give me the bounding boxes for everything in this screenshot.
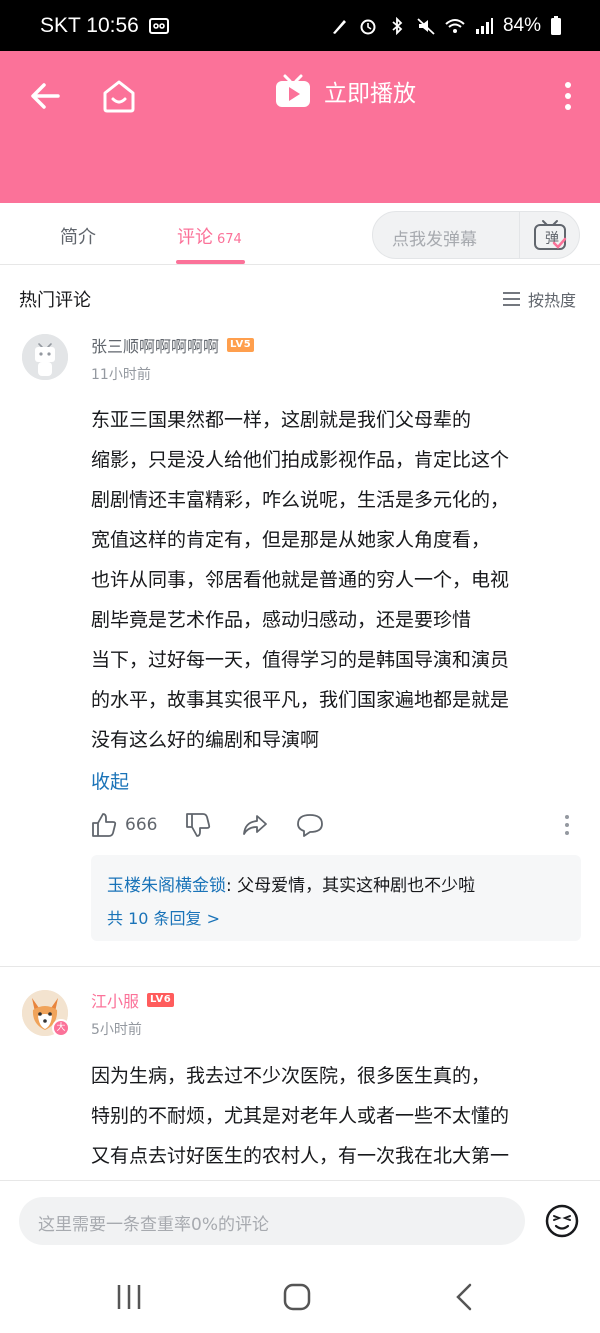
back-nav-icon[interactable] [450, 1282, 480, 1312]
status-bar: SKT 10:56 84% [0, 0, 600, 51]
like-count: 666 [125, 815, 158, 835]
reply-bubble-icon[interactable] [296, 812, 324, 838]
video-header: 立即播放 [0, 51, 600, 203]
level-badge: LV5 [227, 338, 255, 352]
avatar[interactable] [22, 334, 68, 380]
signal-icon [475, 17, 493, 34]
play-now-button[interactable]: 立即播放 [274, 73, 416, 109]
tab-intro[interactable]: 简介 [60, 223, 96, 249]
comment-input-bar: 这里需要一条查重率0%的评论 [0, 1180, 600, 1260]
reply-preview-line: 玉楼朱阁横金锁: 父母爱情，其实这种剧也不少啦 [107, 871, 475, 896]
mute-icon [417, 17, 435, 35]
tab-comments[interactable]: 评论 674 [177, 223, 242, 249]
system-nav-bar [0, 1260, 600, 1333]
comment-line: 当下，过好每一天，值得学习的是韩国导演和演员 [91, 649, 510, 671]
more-options-icon[interactable] [561, 812, 573, 838]
tv-play-icon [276, 74, 310, 107]
home-nav-icon[interactable] [282, 1282, 312, 1312]
danmaku-toggle-icon[interactable]: 弹 [533, 218, 567, 252]
hot-comments-title: 热门评论 [19, 290, 91, 311]
comment-line: 东亚三国果然都一样，这剧就是我们父母辈的 [91, 409, 472, 431]
comment-text: 东亚三国果然都一样，这剧就是我们父母辈的 缩影，只是没人给他们拍成影视作品，肯定… [91, 400, 591, 760]
collapse-link[interactable]: 收起 [91, 767, 129, 794]
comment-time: 11小时前 [91, 367, 151, 383]
danmaku-placeholder: 点我发弹幕 [392, 230, 477, 250]
comment-line: 剧剧情还丰富精彩，咋么说呢，生活是多元化的， [91, 489, 510, 511]
thumbs-down-icon[interactable] [185, 812, 211, 838]
comment-line: 也许从同事，邻居看他就是普通的穷人一个，电视 [91, 569, 510, 591]
comment-line: 因为生病，我去过不少次医院，很多医生真的， [91, 1065, 491, 1087]
sort-lines-icon [503, 292, 520, 306]
comment-line: 特别的不耐烦，尤其是对老年人或者一些不太懂的 [91, 1105, 510, 1127]
danmaku-input[interactable]: 点我发弹幕 弹 [372, 211, 580, 259]
comment-actions: 666 [91, 812, 581, 842]
share-icon[interactable] [241, 812, 269, 838]
comment-line: 剧毕竟是艺术作品，感动归感动，还是要珍惜 [91, 609, 472, 631]
danmaku-divider [519, 212, 520, 258]
play-now-label: 立即播放 [324, 81, 416, 107]
active-tab-indicator [176, 260, 245, 264]
comment-author[interactable]: 江小服 LV6 [91, 988, 175, 1012]
reply-preview[interactable]: 玉楼朱阁横金锁: 父母爱情，其实这种剧也不少啦 共 10 条回复 > [91, 855, 581, 941]
comment-divider [0, 966, 600, 967]
comment-line: 没有这么好的编剧和导演啊 [91, 729, 320, 751]
comments-count: 674 [217, 232, 242, 247]
comment-time: 5小时前 [91, 1022, 142, 1038]
pen-icon [332, 19, 346, 34]
vip-badge: 大 [52, 1019, 70, 1037]
emoji-icon[interactable] [544, 1203, 580, 1239]
comment-text: 因为生病，我去过不少次医院，很多医生真的， 特别的不耐烦，尤其是对老年人或者一些… [91, 1056, 591, 1176]
status-time: SKT 10:56 [40, 13, 139, 37]
default-avatar-icon [22, 334, 68, 380]
comment-line: 宽值这样的肯定有，但是那是从她家人角度看， [91, 529, 491, 551]
level-badge: LV6 [147, 993, 175, 1007]
comment-line: 又有点去讨好医生的农村人，有一次我在北大第一 [91, 1145, 510, 1167]
comment-input-placeholder: 这里需要一条查重率0%的评论 [38, 1215, 269, 1235]
reply-author[interactable]: 玉楼朱阁横金锁 [107, 876, 226, 896]
alarm-icon [360, 19, 376, 34]
username: 江小服 [91, 992, 140, 1011]
battery-percent: 84% [502, 14, 541, 36]
comment-input[interactable]: 这里需要一条查重率0%的评论 [19, 1197, 525, 1245]
more-vertical-icon[interactable] [556, 79, 580, 113]
comment-line: 的水平，故事其实很平凡，我们国家遍地都是就是 [91, 689, 510, 711]
like-button[interactable]: 666 [91, 812, 157, 838]
back-arrow-icon[interactable] [28, 79, 62, 113]
username: 张三顺啊啊啊啊啊 [91, 337, 220, 356]
tab-bar: 简介 评论 674 点我发弹幕 弹 [0, 203, 600, 265]
cast-icon [148, 17, 169, 34]
reply-text: : 父母爱情，其实这种剧也不少啦 [226, 876, 476, 896]
view-replies-link[interactable]: 共 10 条回复 > [107, 905, 220, 929]
tab-comments-label: 评论 [177, 227, 213, 248]
comment-author[interactable]: 张三顺啊啊啊啊啊 LV5 [91, 333, 255, 357]
bluetooth-icon [392, 16, 403, 35]
recent-apps-icon[interactable] [114, 1282, 144, 1312]
comment-line: 缩影，只是没人给他们拍成影视作品，肯定比这个 [91, 449, 510, 471]
sort-button[interactable]: 按热度 [502, 287, 576, 311]
thumbs-up-icon [92, 813, 117, 837]
home-icon[interactable] [100, 77, 138, 115]
wifi-icon [445, 18, 465, 33]
battery-icon [551, 15, 561, 35]
sort-label: 按热度 [528, 291, 577, 310]
